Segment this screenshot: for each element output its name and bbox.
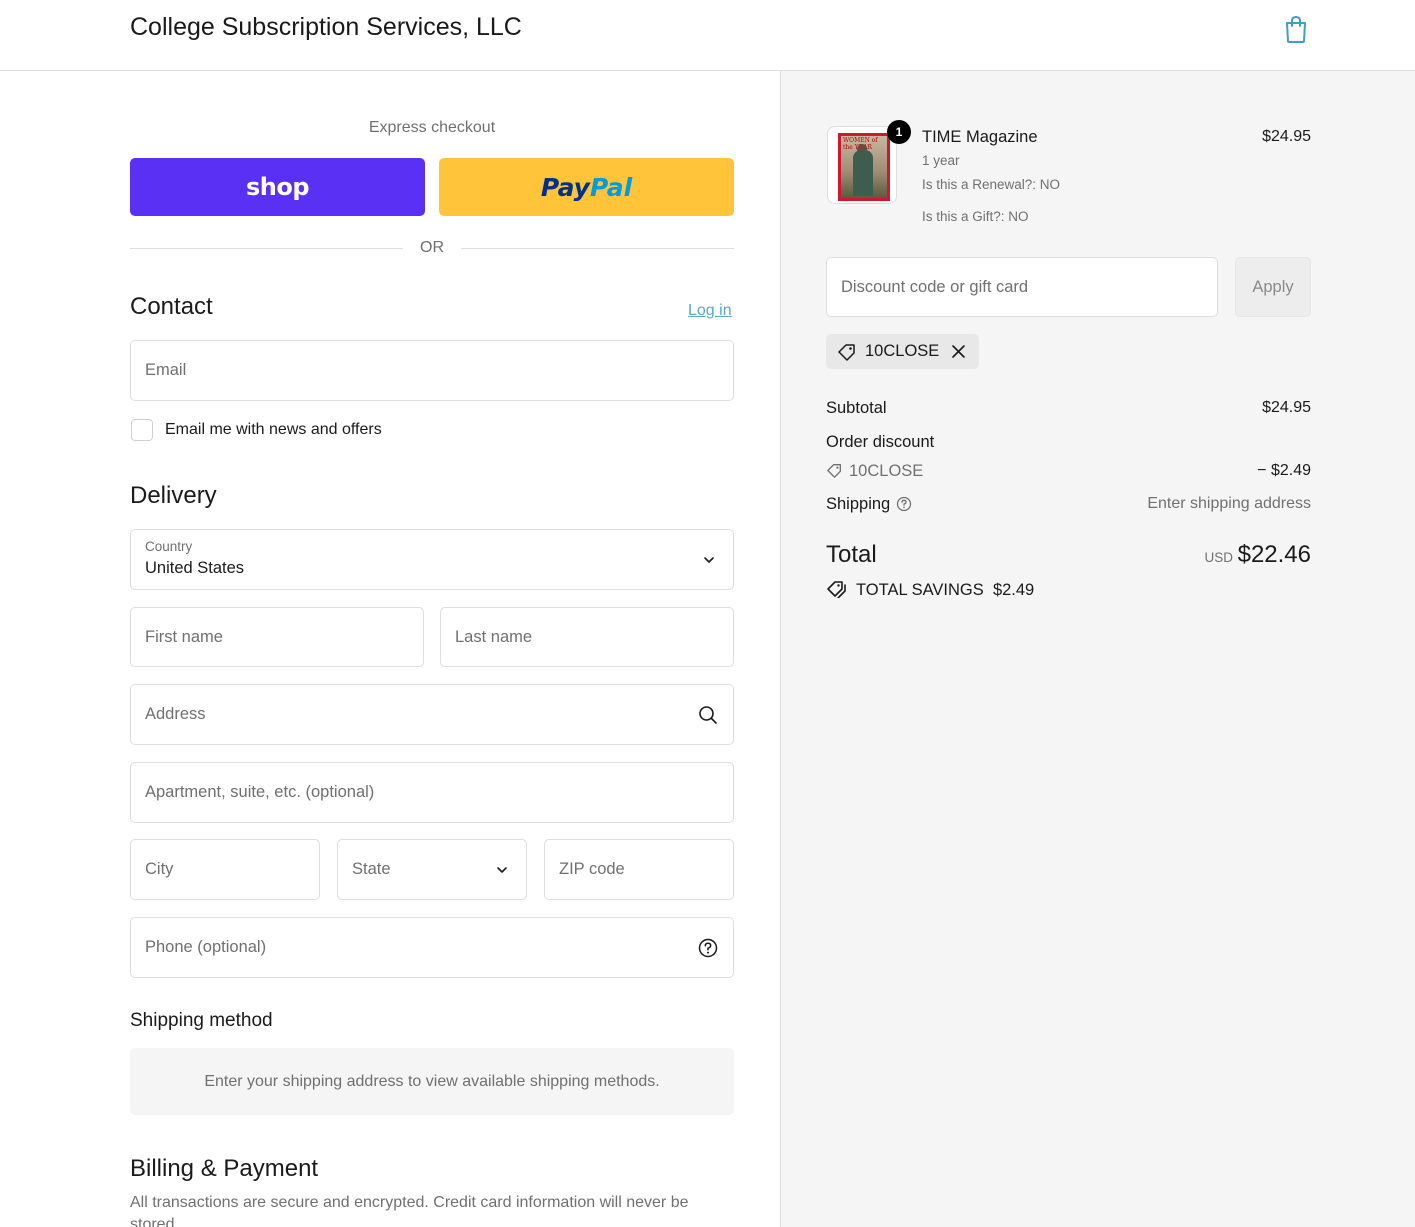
help-icon[interactable] xyxy=(896,496,912,512)
apartment-placeholder: Apartment, suite, etc. (optional) xyxy=(145,783,375,801)
chevron-down-icon xyxy=(497,867,507,873)
subtotal-label: Subtotal xyxy=(826,399,887,417)
search-icon[interactable] xyxy=(697,704,719,726)
order-discount-value: − $2.49 xyxy=(1257,462,1311,479)
address-field[interactable]: Address xyxy=(130,684,734,745)
quantity-badge: 1 xyxy=(887,120,911,144)
shop-pay-button[interactable]: shop xyxy=(130,158,425,216)
total-savings: TOTAL SAVINGS $2.49 xyxy=(826,580,1034,600)
savings-label: TOTAL SAVINGS xyxy=(856,581,984,599)
order-summary: WOMEN of the YEAR 1 TIME Magazine 1 year… xyxy=(781,71,1415,1227)
cover-figure-body xyxy=(853,150,873,196)
phone-field[interactable]: Phone (optional) xyxy=(130,917,734,978)
first-name-placeholder: First name xyxy=(145,628,223,646)
last-name-placeholder: Last name xyxy=(455,628,533,646)
state-select[interactable]: State xyxy=(337,839,527,900)
delivery-heading: Delivery xyxy=(130,482,217,509)
or-divider: OR xyxy=(130,238,734,258)
shipping-method-heading: Shipping method xyxy=(130,1010,273,1031)
email-field[interactable]: Email xyxy=(130,340,734,401)
last-name-field[interactable]: Last name xyxy=(440,607,734,667)
total-value: $22.46 xyxy=(1237,541,1311,568)
discount-placeholder: Discount code or gift card xyxy=(841,278,1029,296)
magazine-cover-image: WOMEN of the YEAR xyxy=(838,133,890,201)
shipping-label-row: Shipping xyxy=(826,495,912,514)
address-placeholder: Address xyxy=(145,705,206,723)
order-discount-code-row: 10CLOSE xyxy=(826,462,923,481)
product-term: 1 year xyxy=(922,153,960,168)
total-label: Total xyxy=(826,541,877,568)
state-placeholder: State xyxy=(352,860,391,878)
country-select[interactable]: Country United States xyxy=(130,529,734,590)
newsletter-label[interactable]: Email me with news and offers xyxy=(165,421,382,439)
country-value: United States xyxy=(145,559,245,577)
store-name[interactable]: College Subscription Services, LLC xyxy=(130,13,522,42)
log-in-link[interactable]: Log in xyxy=(688,302,732,320)
help-icon[interactable] xyxy=(697,937,719,959)
checkout-form-column: Express checkout shop Pay Pal OR Contact … xyxy=(0,71,780,1227)
shopping-bag-icon[interactable] xyxy=(1282,14,1310,44)
product-price: $24.95 xyxy=(1262,128,1311,145)
apply-label: Apply xyxy=(1252,277,1294,296)
divider-line-right xyxy=(461,248,734,249)
paypal-logo-pal: Pal xyxy=(589,172,633,202)
savings-tag-icon xyxy=(827,581,846,598)
header: College Subscription Services, LLC xyxy=(0,0,1415,71)
shipping-label: Shipping xyxy=(826,495,891,513)
phone-placeholder: Phone (optional) xyxy=(145,938,267,956)
product-name: TIME Magazine xyxy=(922,128,1038,146)
express-checkout-label: Express checkout xyxy=(368,119,496,136)
apply-discount-button[interactable]: Apply xyxy=(1235,257,1311,317)
close-icon[interactable] xyxy=(951,344,966,359)
chevron-down-icon xyxy=(704,557,714,563)
billing-heading: Billing & Payment xyxy=(130,1155,319,1182)
order-discount-label: Order discount xyxy=(826,433,935,451)
apartment-field[interactable]: Apartment, suite, etc. (optional) xyxy=(130,762,734,823)
shipping-value: Enter shipping address xyxy=(1147,495,1311,512)
discount-code-field[interactable]: Discount code or gift card xyxy=(826,257,1218,317)
contact-heading: Contact xyxy=(130,293,213,320)
subtotal-value: $24.95 xyxy=(1262,399,1311,416)
city-placeholder: City xyxy=(145,860,174,878)
product-thumbnail: WOMEN of the YEAR xyxy=(827,126,897,204)
shop-pay-logo: shop xyxy=(245,173,310,201)
newsletter-checkbox[interactable] xyxy=(131,419,153,441)
tag-icon xyxy=(827,464,841,478)
shipping-method-notice: Enter your shipping address to view avai… xyxy=(130,1048,734,1115)
paypal-logo-pay: Pay xyxy=(540,172,590,202)
order-discount-code: 10CLOSE xyxy=(849,462,924,480)
first-name-field[interactable]: First name xyxy=(130,607,424,667)
email-placeholder: Email xyxy=(145,361,187,379)
savings-value: $2.49 xyxy=(992,581,1035,599)
applied-discount-code: 10CLOSE xyxy=(865,342,940,360)
product-renewal: Is this a Renewal?: NO xyxy=(922,177,1061,192)
billing-description: All transactions are secure and encrypte… xyxy=(130,1194,689,1227)
total-currency: USD xyxy=(1204,550,1233,565)
paypal-button[interactable]: Pay Pal xyxy=(439,158,734,216)
applied-discount-chip: 10CLOSE xyxy=(826,334,979,369)
country-label: Country xyxy=(145,539,193,554)
zip-field[interactable]: ZIP code xyxy=(544,839,734,900)
zip-placeholder: ZIP code xyxy=(559,860,625,878)
city-field[interactable]: City xyxy=(130,839,320,900)
tag-icon xyxy=(838,344,855,361)
product-gift: Is this a Gift?: NO xyxy=(922,209,1029,224)
